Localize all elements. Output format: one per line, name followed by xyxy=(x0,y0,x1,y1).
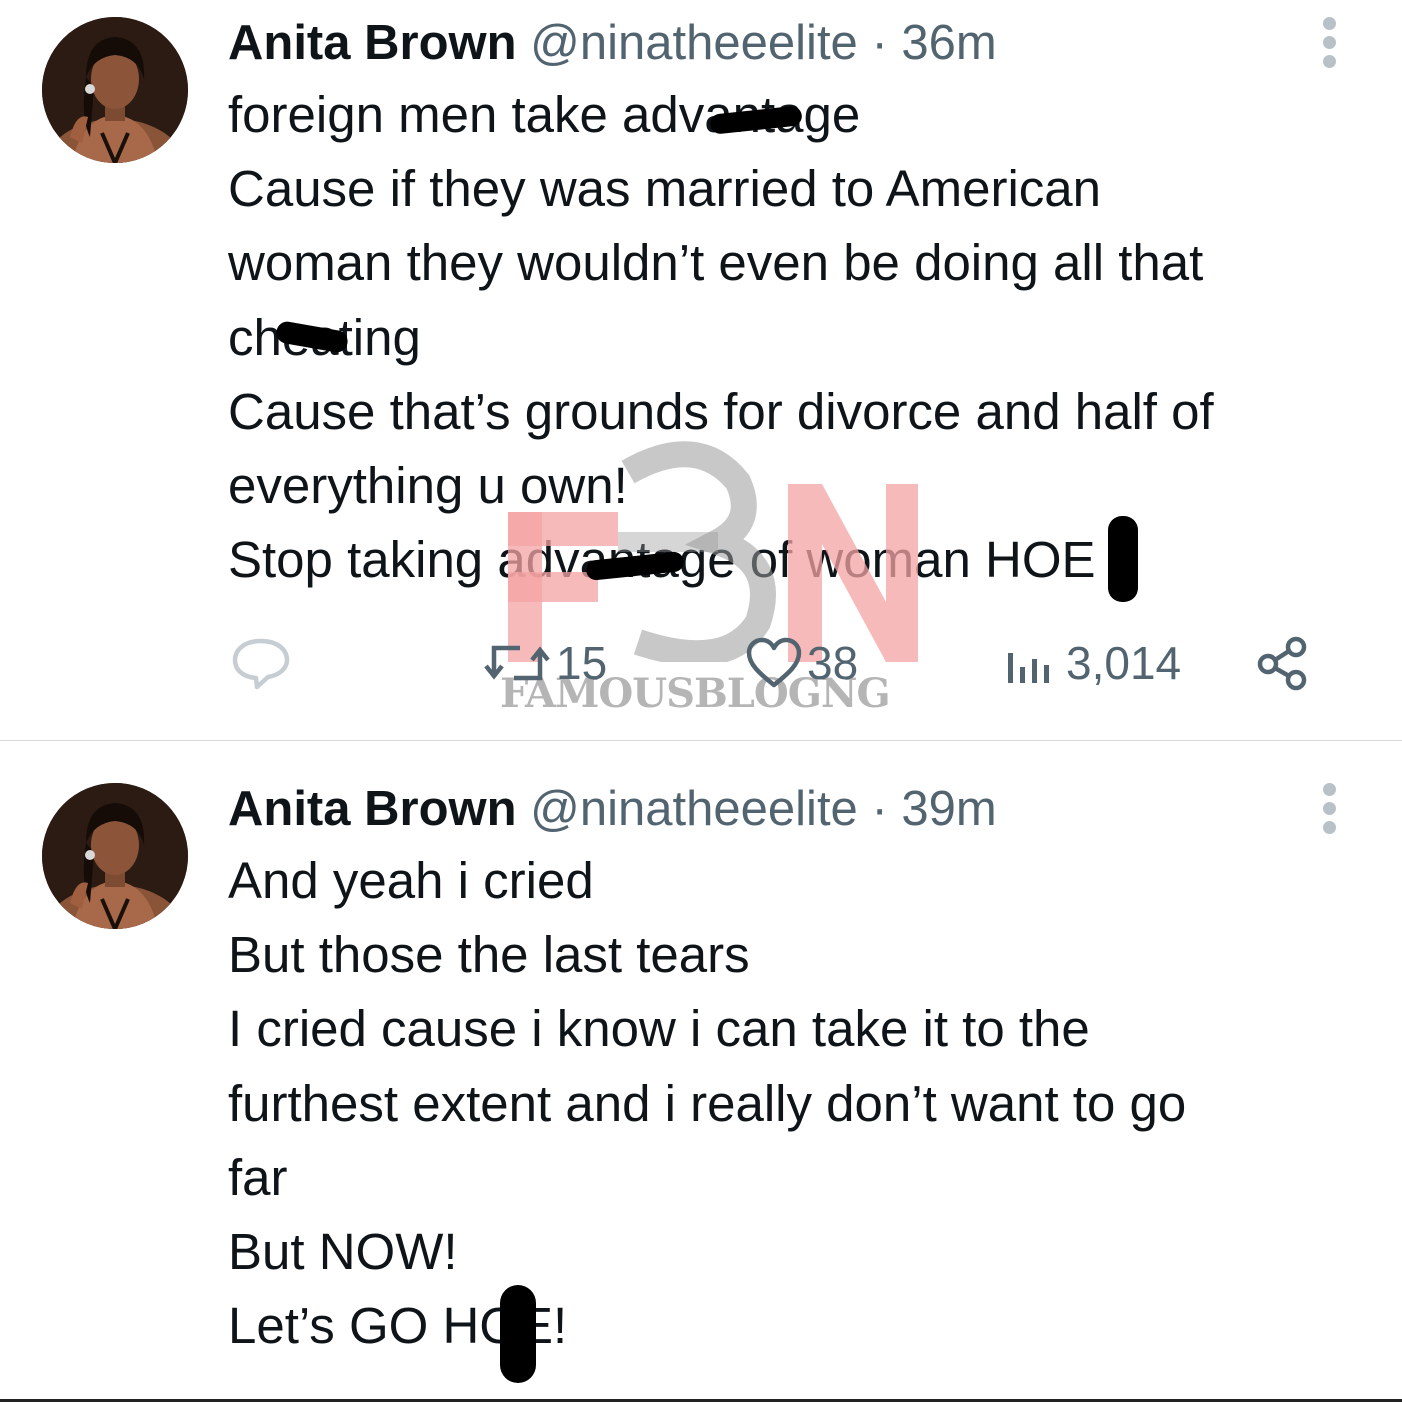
retweet-button[interactable]: 15 xyxy=(482,628,607,698)
author-name[interactable]: Anita Brown xyxy=(228,16,517,70)
tweet-line: furthest extent and i really don’t want … xyxy=(228,1074,1187,1132)
tweet-line: Cause if they was married to American xyxy=(228,160,1102,218)
tweet-line: woman they wouldn’t even be doing all th… xyxy=(228,234,1204,292)
views-count: 3,014 xyxy=(1066,637,1182,689)
redaction-mark xyxy=(1108,516,1138,602)
tweet-line: Stop taking advantage of woman HOE xyxy=(228,531,1096,589)
tweet-time[interactable]: 39m xyxy=(901,782,996,836)
heart-icon xyxy=(746,637,802,688)
like-count: 38 xyxy=(807,637,859,689)
retweet-icon xyxy=(484,645,550,681)
author-handle[interactable]: @ninatheeelite xyxy=(530,782,858,836)
tweet-line: But those the last tears xyxy=(228,926,750,984)
avatar[interactable] xyxy=(42,783,188,929)
author-handle[interactable]: @ninatheeelite xyxy=(530,16,858,70)
tweet-line: everything u own! xyxy=(228,457,628,515)
tweet-line: far xyxy=(228,1148,288,1206)
separator-dot: · xyxy=(871,16,888,70)
tweet-text: And yeah i cried But those the last tear… xyxy=(228,844,1348,1363)
reply-icon xyxy=(232,638,290,690)
tweet-line: Let’s GO HOE! xyxy=(228,1297,568,1355)
reply-button[interactable] xyxy=(230,628,292,698)
more-vertical-icon[interactable] xyxy=(1314,779,1344,839)
more-vertical-icon[interactable] xyxy=(1314,13,1344,73)
tweet-line: cheating xyxy=(228,301,1348,375)
author-name[interactable]: Anita Brown xyxy=(228,782,517,836)
tweet-line: Cause that’s grounds for divorce and hal… xyxy=(228,382,1214,440)
views-icon xyxy=(1008,653,1049,683)
tweet-time[interactable]: 36m xyxy=(901,16,996,70)
tweet-actions: 15 38 3,014 xyxy=(228,628,1318,698)
tweet-header: Anita Brown @ninatheeelite · 36m xyxy=(228,13,997,73)
views-button[interactable]: 3,014 xyxy=(1004,628,1181,698)
share-button[interactable] xyxy=(1254,628,1312,698)
tweet-text: foreign men take advantage Cause if they… xyxy=(228,78,1348,597)
retweet-count: 15 xyxy=(556,637,608,689)
avatar[interactable] xyxy=(42,17,188,163)
tweet-header: Anita Brown @ninatheeelite · 39m xyxy=(228,779,997,839)
separator-dot: · xyxy=(871,782,888,836)
share-icon xyxy=(1257,636,1307,691)
tweet-line: But NOW! xyxy=(228,1223,458,1281)
tweet-card[interactable]: Anita Brown @ninatheeelite · 36m foreign… xyxy=(0,0,1402,740)
tweet-line: I cried cause i know i can take it to th… xyxy=(228,1000,1090,1058)
redaction-mark xyxy=(500,1285,536,1383)
tweet-line: And yeah i cried xyxy=(228,852,594,909)
like-button[interactable]: 38 xyxy=(745,628,858,698)
tweet-card[interactable]: Anita Brown @ninatheeelite · 39m And yea… xyxy=(0,741,1402,1399)
